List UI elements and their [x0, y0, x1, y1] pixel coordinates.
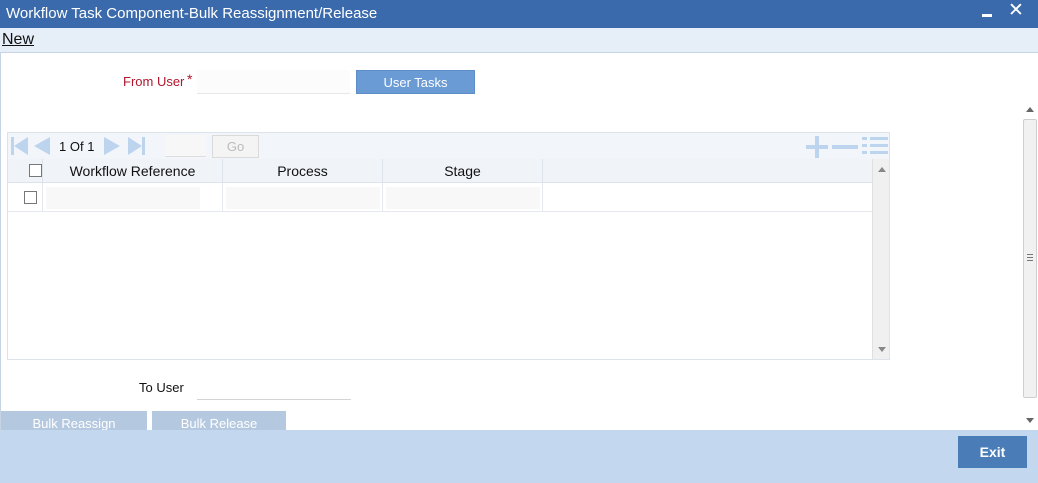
title-bar: Workflow Task Component-Bulk Reassignmen… — [0, 0, 1038, 28]
go-button[interactable]: Go — [212, 135, 259, 158]
exit-button[interactable]: Exit — [958, 436, 1027, 468]
column-header-stage[interactable]: Stage — [383, 159, 543, 183]
stage-cell — [383, 183, 543, 212]
from-user-input[interactable] — [197, 70, 350, 94]
total-pages: 1 — [87, 139, 95, 154]
page-number-input[interactable] — [165, 135, 206, 157]
grid-pager: 1 Of 1 Go — [8, 133, 889, 159]
user-tasks-button[interactable]: User Tasks — [356, 70, 475, 94]
current-page: 1 — [59, 139, 67, 154]
scroll-up-icon[interactable] — [878, 167, 886, 172]
of-label: Of — [69, 139, 84, 154]
to-user-label: To User — [139, 380, 184, 395]
close-icon[interactable]: ✕ — [1008, 0, 1024, 22]
menu-bar: New — [0, 28, 1038, 53]
add-row-icon[interactable] — [806, 136, 828, 158]
row-select-cell — [8, 183, 43, 212]
select-all-cell — [8, 159, 43, 183]
row-checkbox[interactable] — [24, 191, 37, 204]
window-title: Workflow Task Component-Bulk Reassignmen… — [6, 5, 378, 22]
workflow-reference-cell — [43, 183, 223, 212]
column-header-workflow-reference[interactable]: Workflow Reference — [43, 159, 223, 183]
previous-page-icon[interactable] — [32, 136, 52, 156]
required-mark: * — [187, 71, 193, 87]
column-header-process[interactable]: Process — [223, 159, 383, 183]
main-content: From User * User Tasks 1 Of 1 Go Workflo… — [0, 53, 1038, 430]
select-all-checkbox[interactable] — [29, 164, 42, 177]
to-user-input[interactable] — [197, 376, 351, 400]
page-indicator: 1 Of 1 — [59, 139, 94, 154]
process-input[interactable] — [226, 187, 380, 209]
next-page-icon[interactable] — [102, 136, 122, 156]
page-scrollbar[interactable] — [1022, 103, 1038, 430]
bulk-reassign-button[interactable]: Bulk Reassign — [1, 411, 147, 430]
from-user-label: From User — [123, 74, 185, 89]
minimize-icon[interactable] — [979, 2, 995, 24]
tasks-grid: 1 Of 1 Go Workflow Reference Process Sta… — [7, 132, 890, 360]
bulk-release-button[interactable]: Bulk Release — [152, 411, 286, 430]
page-scroll-down-icon[interactable] — [1026, 418, 1034, 423]
stage-input[interactable] — [386, 187, 540, 209]
new-link[interactable]: New — [2, 31, 34, 49]
footer-bar: Exit — [0, 430, 1038, 483]
table-row — [8, 183, 872, 212]
scroll-down-icon[interactable] — [878, 347, 886, 352]
single-record-view-icon[interactable] — [862, 136, 888, 156]
process-cell — [223, 183, 383, 212]
scrollbar-thumb[interactable] — [1023, 119, 1037, 398]
page-scroll-up-icon[interactable] — [1026, 107, 1034, 112]
last-page-icon[interactable] — [126, 136, 146, 156]
first-page-icon[interactable] — [10, 136, 30, 156]
delete-row-icon[interactable] — [832, 136, 858, 156]
grid-scrollbar[interactable] — [872, 159, 889, 359]
grid-header: Workflow Reference Process Stage — [8, 159, 889, 183]
workflow-reference-input[interactable] — [46, 187, 200, 209]
